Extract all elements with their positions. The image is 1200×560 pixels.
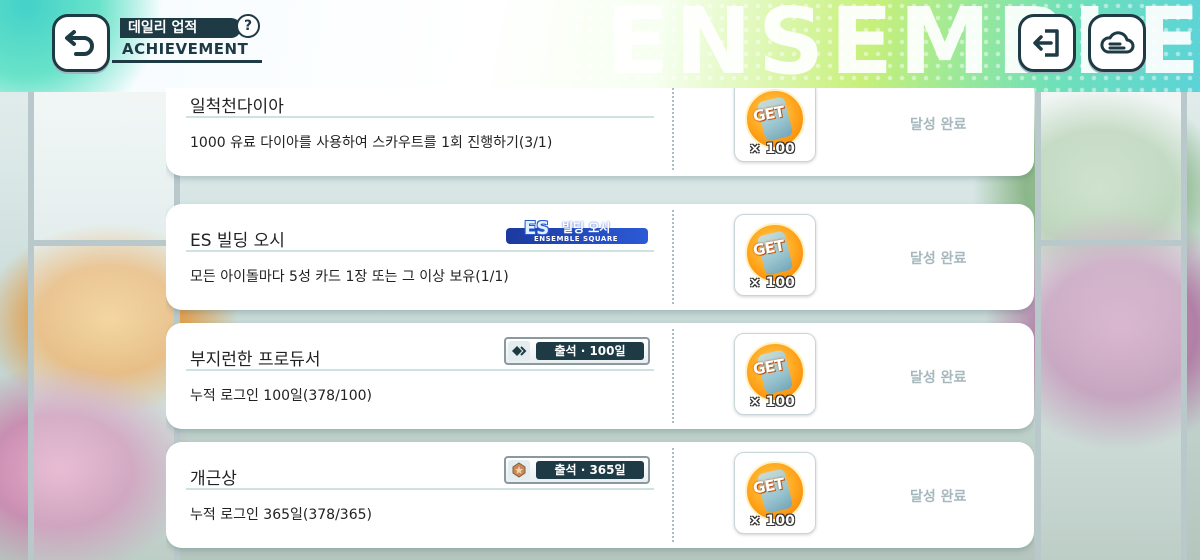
status-completed: 달성 완료 — [910, 489, 967, 505]
cloud-icon — [1100, 31, 1135, 54]
achievement-title: 일척천다이아 — [190, 97, 284, 117]
attendance-badge: 출석 · 100일 — [504, 337, 650, 365]
achievement-description: 누적 로그인 365일(378/365) — [190, 507, 372, 523]
achievement-title: ES 빌딩 오시 — [190, 231, 285, 251]
achievement-card: 부지런한 프로듀서 출석 · 100일 누적 로그인 100일(378/100)… — [166, 323, 1034, 429]
achievement-list[interactable]: 일척천다이아 1000 유료 다이아를 사용하여 스카우트를 1회 진행하기(3… — [166, 88, 1034, 560]
status-completed: 달성 완료 — [910, 370, 967, 386]
dotted-divider — [672, 88, 674, 170]
reward-item[interactable]: GET × 100 — [734, 333, 816, 415]
page-title-english: ACHIEVEMENT — [122, 40, 249, 58]
reward-quantity: × 100 — [749, 275, 795, 291]
reward-quantity: × 100 — [749, 394, 795, 410]
background-window-left — [28, 90, 180, 560]
exit-icon — [1033, 29, 1059, 57]
dotted-divider — [672, 448, 674, 542]
title-underline — [112, 60, 262, 63]
page-title-korean: 데일리 업적 — [120, 18, 242, 38]
reward-item[interactable]: GET × 100 — [734, 88, 816, 162]
reward-quantity: × 100 — [749, 513, 795, 529]
achievement-description: 누적 로그인 100일(378/100) — [190, 388, 372, 404]
title-divider — [186, 488, 654, 490]
question-icon: ? — [243, 18, 253, 34]
achievement-description: 1000 유료 다이아를 사용하여 스카우트를 1회 진행하기(3/1) — [190, 135, 553, 151]
attendance-badge-text: 출석 · 100일 — [536, 342, 644, 360]
status-completed: 달성 완료 — [910, 117, 967, 133]
dotted-divider — [672, 329, 674, 423]
attendance-badge-text: 출석 · 365일 — [536, 461, 644, 479]
cloud-button[interactable] — [1088, 14, 1146, 72]
title-divider — [186, 250, 654, 252]
title-divider — [186, 116, 654, 118]
diamond-arrow-icon — [508, 341, 530, 361]
achievement-title: 부지런한 프로듀서 — [190, 350, 321, 370]
status-completed: 달성 완료 — [910, 251, 967, 267]
reward-item[interactable]: GET × 100 — [734, 452, 816, 534]
reward-item[interactable]: GET × 100 — [734, 214, 816, 296]
back-arrow-icon — [65, 30, 94, 56]
achievement-card: 개근상 출석 · 365일 누적 로그인 365일(378/365) GET ×… — [166, 442, 1034, 548]
dotted-divider — [672, 210, 674, 304]
achievement-card: ES 빌딩 오시 ES 빌딩 오시 ENSEMBLE SQUARE 모든 아이돌… — [166, 204, 1034, 310]
title-divider — [186, 369, 654, 371]
achievement-card: 일척천다이아 1000 유료 다이아를 사용하여 스카우트를 1회 진행하기(3… — [166, 88, 1034, 176]
badge-sub-text: ENSEMBLE SQUARE — [534, 235, 618, 243]
medal-icon — [508, 460, 530, 480]
achievement-title: 개근상 — [190, 469, 237, 489]
medal-glyph — [512, 462, 526, 478]
achievement-description: 모든 아이돌마다 5성 카드 1장 또는 그 이상 보유(1/1) — [190, 269, 509, 285]
es-building-badge: ES 빌딩 오시 ENSEMBLE SQUARE — [506, 218, 648, 250]
badge-kr-text: 빌딩 오시 — [562, 221, 611, 235]
reward-quantity: × 100 — [749, 141, 795, 157]
diamond-arrow-glyph — [512, 346, 527, 356]
exit-button[interactable] — [1018, 14, 1076, 72]
back-button[interactable] — [52, 14, 110, 72]
attendance-badge: 출석 · 365일 — [504, 456, 650, 484]
help-button[interactable]: ? — [236, 14, 260, 38]
background-window-right — [1035, 90, 1187, 560]
